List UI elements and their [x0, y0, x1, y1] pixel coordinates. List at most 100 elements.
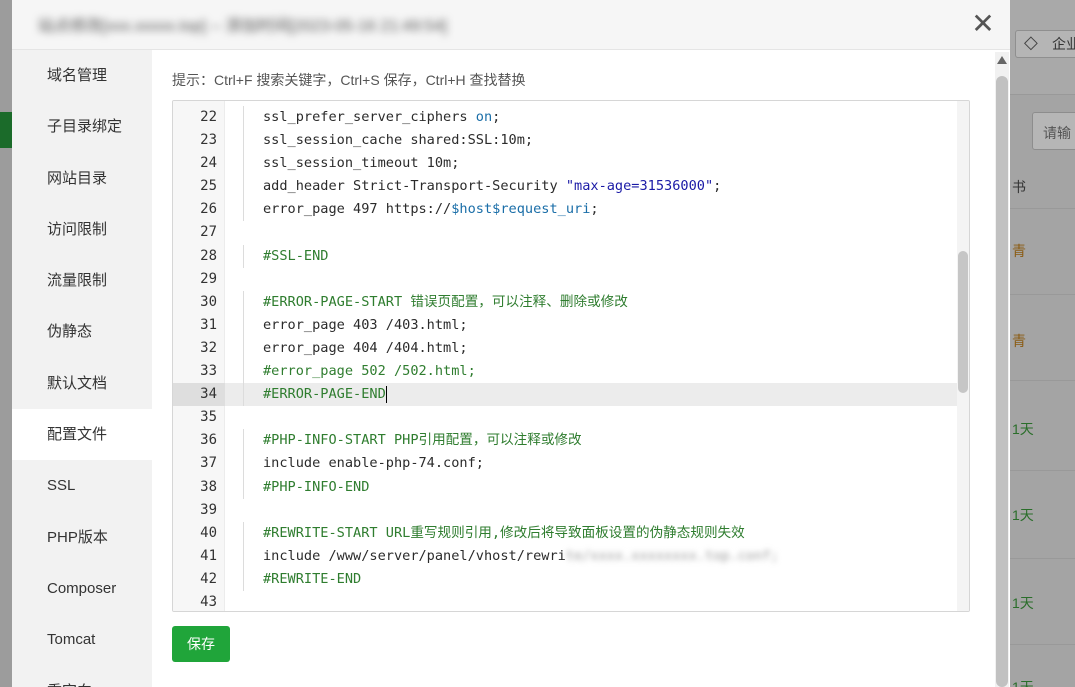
line-number: 27: [200, 224, 217, 241]
code-token: #REWRITE-START URL重写规则引用,修改后将导致面板设置的伪静态规…: [263, 524, 745, 541]
code-line[interactable]: 37 include enable-php-74.conf;: [173, 452, 969, 476]
sidebar-item[interactable]: 配置文件: [12, 409, 152, 461]
background-cell: 1天: [1012, 421, 1034, 437]
code-line[interactable]: 42 #REWRITE-END: [173, 567, 969, 591]
line-number: 41: [200, 547, 217, 564]
code-line[interactable]: 23 ssl_session_cache shared:SSL:10m;: [173, 129, 969, 153]
sidebar-item[interactable]: 重定向: [12, 666, 152, 687]
code-token: #ERROR-PAGE-START 错误页配置，可以注释、删除或修改: [263, 293, 628, 310]
sidebar-item[interactable]: 网站目录: [12, 153, 152, 204]
background-cell: 1天: [1012, 679, 1034, 687]
code-token: add_header Strict-Transport-Security: [263, 178, 566, 195]
editor-scrollbar-thumb[interactable]: [958, 251, 968, 393]
code-text[interactable]: #PHP-INFO-START PHP引用配置，可以注释或修改: [243, 429, 582, 453]
line-number: 39: [200, 501, 217, 518]
background-green-button: [0, 112, 12, 148]
background-row: 1天: [1010, 380, 1075, 470]
code-text[interactable]: ssl_session_timeout 10m;: [243, 152, 459, 176]
code-line[interactable]: 38 #PHP-INFO-END: [173, 475, 969, 499]
line-number: 26: [200, 201, 217, 218]
code-line[interactable]: 39: [173, 499, 969, 522]
background-right-strip: 企业 ◇ 请输 书 青 青 1天 1天 1天 1天: [1010, 0, 1075, 687]
code-line[interactable]: 28 #SSL-END: [173, 244, 969, 268]
code-token: error_page 404 /404.html;: [263, 339, 468, 356]
sidebar-item[interactable]: Composer: [12, 563, 152, 614]
modal-scrollbar-thumb[interactable]: [996, 76, 1008, 687]
code-token: error_page 403 /403.html;: [263, 316, 468, 333]
code-token: ;: [590, 201, 599, 218]
config-file-panel: 提示：Ctrl+F 搜索关键字，Ctrl+S 保存，Ctrl+H 查找替换 22…: [152, 50, 1010, 687]
line-number: 34: [173, 383, 225, 407]
code-line[interactable]: 41 include /www/server/panel/vhost/rewrit…: [173, 544, 969, 568]
sidebar-item[interactable]: SSL: [12, 460, 152, 511]
sidebar-item[interactable]: PHP版本: [12, 512, 152, 563]
code-token: "max-age=31536000": [565, 178, 714, 195]
config-code-editor[interactable]: 22 ssl_prefer_server_ciphers on; 23 ssl_ses…: [172, 100, 970, 612]
sidebar-item[interactable]: 域名管理: [12, 50, 152, 101]
line-number: 33: [200, 363, 217, 380]
code-token: on: [475, 109, 493, 125]
background-row: 青: [1010, 208, 1075, 294]
code-line[interactable]: 40 #REWRITE-START URL重写规则引用,修改后将导致面板设置的伪静…: [173, 521, 969, 545]
code-line[interactable]: 30 #ERROR-PAGE-START 错误页配置，可以注释、删除或修改: [173, 290, 969, 314]
code-text[interactable]: #REWRITE-END: [243, 567, 361, 591]
code-line[interactable]: 32 error_page 404 /404.html;: [173, 336, 969, 361]
sidebar-item[interactable]: 默认文档: [12, 358, 152, 409]
code-line[interactable]: 26 error_page 497 https://$host$request_u…: [173, 198, 969, 222]
code-line[interactable]: 36 #PHP-INFO-START PHP引用配置，可以注释或修改: [173, 429, 969, 453]
close-icon[interactable]: ✕: [968, 8, 998, 40]
text-cursor: [385, 385, 387, 403]
sidebar-item[interactable]: 访问限制: [12, 204, 152, 255]
sidebar-item[interactable]: Tomcat: [12, 614, 152, 665]
code-line[interactable]: 27: [173, 221, 969, 244]
code-text[interactable]: ssl_prefer_server_ciphers on;: [243, 106, 500, 130]
code-text[interactable]: add_header Strict-Transport-Security "ma…: [243, 175, 721, 199]
shortcut-hint: 提示：Ctrl+F 搜索关键字，Ctrl+S 保存，Ctrl+H 查找替换: [172, 72, 526, 88]
background-row: 1天: [1010, 470, 1075, 558]
code-text[interactable]: error_page 497 https://$host$request_uri…: [243, 198, 599, 222]
code-text[interactable]: #error_page 502 /502.html;: [243, 360, 476, 384]
line-number: 30: [200, 293, 217, 310]
background-cell: 青: [1012, 243, 1026, 259]
code-token: #PHP-INFO-START PHP引用配置，可以注释或修改: [263, 432, 582, 449]
code-line[interactable]: 33 #error_page 502 /502.html;: [173, 360, 969, 384]
code-text[interactable]: error_page 403 /403.html;: [243, 313, 468, 337]
code-line[interactable]: 43: [173, 591, 969, 611]
code-line[interactable]: 34 #ERROR-PAGE-END: [173, 383, 969, 407]
code-lines[interactable]: 22 ssl_prefer_server_ciphers on; 23 ssl_ses…: [173, 106, 969, 611]
sidebar-item[interactable]: 流量限制: [12, 255, 152, 306]
code-line[interactable]: 22 ssl_prefer_server_ciphers on;: [173, 106, 969, 130]
code-token: include enable-php-74.conf;: [263, 455, 484, 472]
code-line[interactable]: 24 ssl_session_timeout 10m;: [173, 152, 969, 176]
code-line[interactable]: 35: [173, 406, 969, 429]
sidebar-item[interactable]: 伪静态: [12, 306, 152, 357]
background-cell: 青: [1012, 333, 1026, 349]
code-line[interactable]: 29: [173, 268, 969, 291]
code-text[interactable]: include enable-php-74.conf;: [243, 452, 484, 476]
code-text[interactable]: #ERROR-PAGE-END: [243, 383, 387, 407]
line-number: 36: [200, 432, 217, 449]
code-text[interactable]: include /www/server/panel/vhost/rewrite/…: [243, 544, 779, 568]
code-line[interactable]: 25 add_header Strict-Transport-Security "…: [173, 175, 969, 199]
code-text[interactable]: ssl_session_cache shared:SSL:10m;: [243, 129, 534, 153]
code-token: ssl_session_cache shared:SSL:10m;: [263, 132, 534, 149]
scroll-up-arrow-icon[interactable]: [997, 56, 1007, 64]
code-text[interactable]: #SSL-END: [243, 244, 328, 268]
code-token: ssl_prefer_server_ciphers: [263, 109, 476, 125]
code-text[interactable]: #PHP-INFO-END: [243, 475, 369, 499]
line-number: 22: [200, 109, 217, 125]
code-text[interactable]: #REWRITE-START URL重写规则引用,修改后将导致面板设置的伪静态规…: [243, 521, 745, 545]
code-text[interactable]: #ERROR-PAGE-START 错误页配置，可以注释、删除或修改: [243, 290, 628, 314]
modal-scrollbar[interactable]: [995, 52, 1009, 687]
editor-scrollbar[interactable]: [957, 101, 969, 611]
enterprise-label: 企业: [1052, 36, 1075, 52]
background-search-input: 请输: [1032, 112, 1075, 150]
code-line[interactable]: 31 error_page 403 /403.html;: [173, 313, 969, 337]
line-number: 31: [200, 316, 217, 333]
save-button[interactable]: 保存: [172, 626, 230, 662]
line-number: 43: [200, 593, 217, 610]
sidebar-item[interactable]: 子目录绑定: [12, 101, 152, 152]
settings-sidebar: 域名管理 子目录绑定 网站目录 访问限制 流量限制 伪静态 默认文档 配置文件 SSL PHP版本…: [12, 50, 152, 687]
background-cell: 1天: [1012, 507, 1034, 523]
code-text[interactable]: error_page 404 /404.html;: [243, 336, 468, 361]
